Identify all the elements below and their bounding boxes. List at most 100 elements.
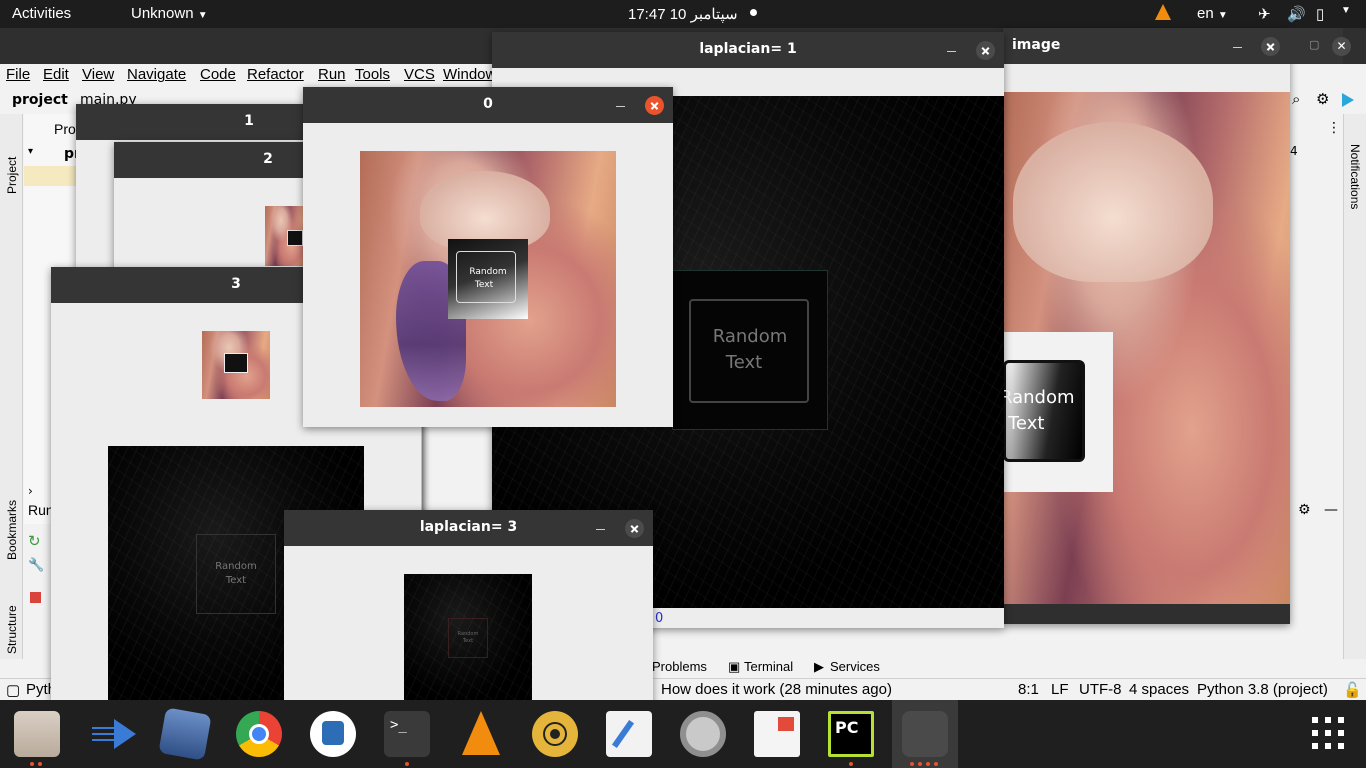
bookmarks-tool-tab[interactable]: Bookmarks: [5, 500, 19, 560]
vlc-tray-icon[interactable]: [1155, 4, 1171, 20]
right-tool-strip: Notifications: [1343, 114, 1366, 659]
close-button[interactable]: [625, 519, 644, 538]
project-tool-tab[interactable]: Project: [5, 157, 19, 194]
menu-view[interactable]: View: [82, 66, 114, 83]
run-icon[interactable]: [1342, 93, 1354, 107]
notifications-tool-tab[interactable]: Notifications: [1348, 144, 1362, 209]
overlay-line-2: Text: [462, 638, 474, 644]
window-title: laplacian= 1: [699, 41, 797, 57]
virtualbox-icon[interactable]: [158, 707, 212, 761]
settings-icon[interactable]: [680, 711, 726, 757]
activities-button[interactable]: Activities: [12, 5, 71, 22]
minimize-button[interactable]: [614, 95, 628, 109]
text-overlay-inner: Random Text: [1003, 360, 1085, 462]
caret-position[interactable]: 8:1: [1018, 681, 1039, 698]
maximize-button[interactable]: ▢: [1309, 38, 1319, 51]
menu-file[interactable]: File: [6, 66, 30, 83]
lock-icon[interactable]: 🔓: [1343, 681, 1362, 699]
titlebar[interactable]: laplacian= 1: [492, 32, 1004, 68]
android-studio-icon[interactable]: [310, 711, 356, 757]
image-thumbnail: [265, 206, 305, 266]
breadcrumb-project[interactable]: project: [12, 92, 68, 108]
structure-tool-tab[interactable]: Structure: [5, 605, 19, 654]
titlebar[interactable]: laplacian= 3: [284, 510, 653, 546]
running-indicator: [926, 762, 930, 766]
volume-icon[interactable]: 🔊: [1287, 5, 1306, 23]
anydesk-icon[interactable]: [88, 711, 136, 757]
indent-setting[interactable]: 4 spaces: [1129, 681, 1189, 698]
chevron-down-icon: ▼: [197, 10, 208, 21]
menu-edit[interactable]: Edit: [43, 66, 69, 83]
status-toggle-icon[interactable]: ▢: [6, 681, 20, 699]
running-indicator: [30, 762, 34, 766]
battery-icon[interactable]: ▯: [1316, 5, 1324, 23]
text-overlay-frame: [456, 251, 516, 303]
image-thumbnail: [202, 331, 270, 399]
gear-icon[interactable]: ⚙: [1298, 502, 1311, 518]
airplane-icon[interactable]: ✈: [1258, 5, 1271, 23]
chevron-down-icon[interactable]: ▼: [1341, 5, 1351, 16]
python-interpreter[interactable]: Python 3.8 (project): [1197, 681, 1328, 698]
clock[interactable]: سپتامبر 10 17:47: [628, 5, 738, 23]
grid-icon[interactable]: [1312, 717, 1346, 751]
menu-refactor[interactable]: Refactor: [247, 66, 304, 83]
terminal-icon[interactable]: >_: [384, 711, 430, 757]
app-menu[interactable]: Unknown ▼: [131, 5, 208, 22]
close-button[interactable]: [1261, 37, 1280, 56]
services-tab[interactable]: Services: [830, 659, 880, 674]
close-button[interactable]: ✕: [1332, 37, 1351, 56]
chrome-icon[interactable]: [236, 711, 282, 757]
running-indicator: [934, 762, 938, 766]
chevron-right-icon[interactable]: ›: [28, 484, 33, 498]
minimize-button[interactable]: [945, 40, 959, 54]
search-icon[interactable]: ⌕: [1292, 90, 1300, 108]
document-viewer-icon[interactable]: [754, 711, 800, 757]
toolbar-area: [1003, 64, 1290, 92]
close-button[interactable]: [645, 96, 664, 115]
minimize-button[interactable]: [594, 518, 608, 532]
running-indicator: [38, 762, 42, 766]
minimize-icon[interactable]: —: [1324, 502, 1338, 518]
editor-hint: 4: [1290, 144, 1298, 158]
stop-icon[interactable]: [30, 592, 41, 603]
rerun-icon[interactable]: ↻: [28, 532, 41, 550]
pycharm-icon[interactable]: PC: [828, 711, 874, 757]
running-indicator: [405, 762, 409, 766]
close-button[interactable]: [976, 41, 995, 60]
tree-row-selected[interactable]: [24, 166, 84, 186]
chevron-down-icon[interactable]: ▾: [28, 146, 33, 157]
text-overlay-box: Random Text: [672, 270, 828, 430]
rhythmbox-icon[interactable]: [532, 711, 578, 757]
menu-navigate[interactable]: Navigate: [127, 66, 186, 83]
problems-tab[interactable]: Problems: [652, 659, 707, 674]
wrench-icon[interactable]: 🔧: [28, 558, 44, 573]
services-icon: ▶: [814, 659, 824, 674]
titlebar[interactable]: image ▢: [1003, 28, 1290, 64]
running-indicator: [918, 762, 922, 766]
running-indicator: [849, 762, 853, 766]
app-menu-label: Unknown: [131, 5, 194, 22]
menu-code[interactable]: Code: [200, 66, 236, 83]
minimize-button[interactable]: [1231, 36, 1245, 50]
file-encoding[interactable]: UTF-8: [1079, 681, 1122, 698]
chevron-down-icon: ▼: [1217, 10, 1228, 21]
text-editor-icon[interactable]: [606, 711, 652, 757]
gear-icon[interactable]: ⚙: [1316, 90, 1329, 108]
menu-run[interactable]: Run: [318, 66, 346, 83]
menu-window[interactable]: Window: [443, 66, 496, 83]
language-indicator[interactable]: en ▼: [1197, 5, 1228, 22]
text-overlay-box: Random Text: [1003, 332, 1113, 492]
dock: >_ PC: [0, 700, 1366, 768]
titlebar[interactable]: 0: [303, 87, 673, 123]
terminal-tab[interactable]: Terminal: [744, 659, 793, 674]
language-label: en: [1197, 5, 1214, 22]
opencv-window-icon[interactable]: [902, 711, 948, 757]
files-icon[interactable]: [14, 711, 60, 757]
menu-vcs[interactable]: VCS: [404, 66, 435, 83]
status-message[interactable]: How does it work (28 minutes ago): [661, 681, 892, 698]
text-overlay-box: Random Text: [448, 239, 528, 319]
more-icon[interactable]: ⋮: [1327, 120, 1341, 136]
menu-tools[interactable]: Tools: [355, 66, 390, 83]
line-separator[interactable]: LF: [1051, 681, 1069, 698]
vlc-icon[interactable]: [458, 711, 504, 757]
